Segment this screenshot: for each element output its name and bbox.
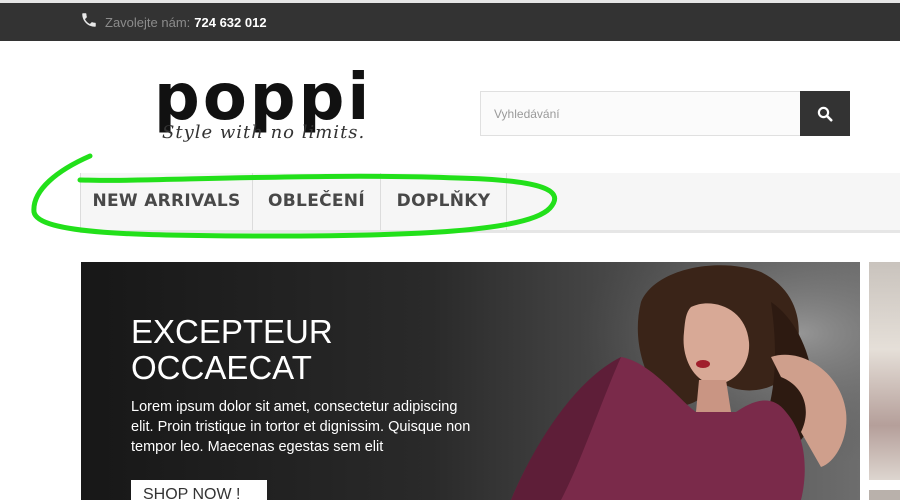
phone-icon <box>82 13 96 27</box>
top-bar: Zavolejte nám: 724 632 012 <box>0 0 900 41</box>
search-input[interactable] <box>480 91 800 136</box>
logo-tagline: Style with no limits. <box>162 122 366 143</box>
nav-item-new-arrivals[interactable]: NEW ARRIVALS <box>80 173 253 230</box>
shop-now-button[interactable]: SHOP NOW ! <box>131 480 267 500</box>
banner-title-line-1: EXCEPTEUR <box>131 313 333 350</box>
call-us-text: Zavolejte nám: 724 632 012 <box>105 15 267 30</box>
hero-banner[interactable]: EXCEPTEUR OCCAECAT Lorem ipsum dolor sit… <box>81 262 860 500</box>
call-label: Zavolejte nám: <box>105 15 191 30</box>
banner-title-line-2: OCCAECAT <box>131 349 312 386</box>
side-banner-lower[interactable] <box>869 490 900 500</box>
side-banner[interactable] <box>869 262 900 480</box>
site-logo[interactable]: poppi Style with no limits. <box>150 61 390 150</box>
banner-title: EXCEPTEUR OCCAECAT <box>131 314 451 386</box>
banner-description: Lorem ipsum dolor sit amet, consectetur … <box>131 399 471 455</box>
magnifier-icon <box>817 106 833 121</box>
nav-item-doplnky[interactable]: DOPLŇKY <box>381 173 507 230</box>
search-button[interactable] <box>800 91 850 136</box>
nav-item-obleceni[interactable]: OBLEČENÍ <box>253 173 381 230</box>
main-navigation: NEW ARRIVALS OBLEČENÍ DOPLŇKY <box>80 173 900 233</box>
logo-name: poppi <box>154 61 373 135</box>
phone-number[interactable]: 724 632 012 <box>194 15 266 30</box>
